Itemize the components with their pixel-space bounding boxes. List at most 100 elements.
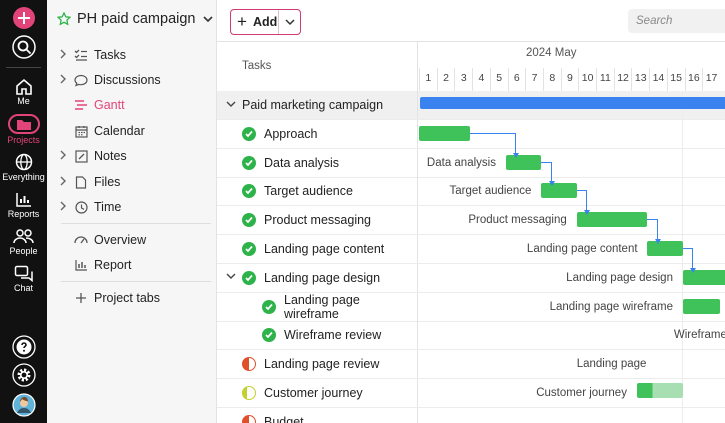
day-label: 11 (596, 68, 614, 91)
gantt-bar[interactable] (682, 269, 725, 285)
nav-item-calendar[interactable]: Calendar (47, 119, 217, 143)
status-done-icon[interactable] (242, 126, 256, 141)
status-todo-icon[interactable] (242, 386, 256, 400)
gantt-bar[interactable] (682, 298, 720, 314)
task-name[interactable]: Wireframe review (284, 328, 381, 342)
add-icon (12, 7, 35, 29)
gantt-bar[interactable] (505, 154, 542, 170)
nav-item-report[interactable]: Report (47, 253, 217, 277)
gantt-bar-label: Wireframe rev (673, 329, 725, 342)
nav-item-gantt[interactable]: Gantt (47, 93, 217, 117)
nav-item-tasks[interactable]: Tasks (47, 43, 217, 67)
gantt-bar-label: Product messaging (468, 214, 567, 227)
day-label: 8 (542, 68, 561, 91)
status-done-icon[interactable] (242, 242, 256, 256)
gantt-bar-group[interactable] (420, 97, 725, 109)
help-button[interactable] (0, 335, 47, 359)
task-name[interactable]: Landing page wireframe (284, 293, 417, 321)
people-icon (12, 229, 34, 244)
status-done-icon[interactable] (262, 299, 276, 314)
speech-bubble-icon (73, 73, 89, 87)
rail-everything-label: Everything (2, 172, 45, 182)
chevron-down-icon (284, 19, 295, 26)
project-panel: PH paid campaign Tasks Discussions Gantt Ca… (47, 0, 217, 423)
status-in-progress-icon[interactable] (242, 357, 256, 372)
gantt-bar-label: Landing page design (566, 271, 673, 284)
rail-people[interactable]: People (0, 228, 47, 256)
project-title-button[interactable]: PH paid campaign (57, 11, 213, 27)
chevron-right-icon[interactable] (59, 150, 73, 163)
status-done-icon[interactable] (242, 213, 256, 228)
rail-everything[interactable]: Everything (0, 153, 47, 182)
gantt-bar-label: Target audience (449, 185, 532, 198)
nav-item-discussions[interactable]: Discussions (47, 68, 217, 92)
task-name[interactable]: Paid marketing campaign (242, 98, 383, 112)
search-rail-button[interactable] (0, 35, 47, 59)
globe-icon (15, 153, 32, 171)
rail-projects[interactable]: Projects (0, 114, 47, 145)
tasks-header-label: Tasks (242, 60, 272, 72)
rail-chat[interactable]: Chat (0, 265, 47, 293)
chevron-down-icon[interactable] (226, 272, 236, 283)
search-input[interactable]: Search (628, 9, 725, 33)
settings-icon (11, 363, 36, 387)
dependency-line (541, 161, 552, 183)
nav-item-time[interactable]: Time (47, 195, 217, 219)
dependency-arrowhead (690, 267, 697, 273)
task-name[interactable]: Landing page review (264, 357, 379, 371)
status-done-icon[interactable] (242, 155, 256, 170)
search-icon (11, 35, 36, 59)
report-icon (73, 258, 89, 272)
settings-button[interactable] (0, 363, 47, 387)
task-cell: Wireframe review (217, 321, 418, 350)
nav-item-notes[interactable]: Notes (47, 144, 217, 168)
task-name[interactable]: Data analysis (264, 156, 339, 170)
day-label: 16 (684, 68, 703, 91)
gantt-bar[interactable] (636, 383, 683, 398)
task-name[interactable]: Customer journey (264, 386, 363, 400)
nav-item-label: Project tabs (94, 291, 161, 305)
status-done-icon[interactable] (262, 328, 276, 343)
nav-item-overview[interactable]: Overview (47, 228, 217, 252)
status-in-progress-icon[interactable] (242, 414, 256, 423)
rail-me[interactable]: Me (0, 78, 47, 106)
gantt-bar[interactable] (541, 183, 577, 199)
task-cell: Customer journey (217, 379, 418, 407)
rail-projects-label: Projects (7, 135, 40, 145)
day-label: 9 (560, 68, 579, 91)
chevron-right-icon[interactable] (59, 74, 73, 87)
add-rail-button[interactable] (0, 6, 47, 30)
task-name[interactable]: Approach (264, 127, 318, 141)
avatar[interactable] (0, 393, 47, 417)
chevron-right-icon[interactable] (59, 176, 73, 189)
project-title: PH paid campaign (77, 11, 196, 27)
add-dropdown-button[interactable] (278, 10, 300, 34)
task-name[interactable]: Product messaging (264, 213, 371, 227)
nav-item-label: Report (94, 258, 132, 272)
status-done-icon[interactable] (242, 270, 256, 285)
chevron-down-icon[interactable] (226, 100, 236, 111)
plus-icon: + (237, 12, 247, 31)
chevron-right-icon[interactable] (59, 201, 73, 214)
rail-chat-label: Chat (13, 283, 33, 293)
task-name[interactable]: Target audience (264, 184, 353, 198)
nav-item-files[interactable]: Files (47, 170, 217, 194)
task-name[interactable]: Landing page content (264, 242, 384, 256)
task-name[interactable]: Budget (264, 415, 304, 423)
status-done-icon[interactable] (242, 184, 256, 199)
gantt-bar[interactable] (419, 125, 471, 141)
rail-people-label: People (9, 246, 38, 256)
rail-reports[interactable]: Reports (0, 191, 47, 219)
nav-item-project-tabs[interactable]: Project tabs (47, 286, 217, 310)
add-button[interactable]: + Add (230, 9, 301, 35)
gantt-bar-label: Landing page content (526, 243, 638, 255)
day-label: 7 (525, 68, 543, 91)
add-button-label: Add (253, 15, 278, 29)
star-icon[interactable] (57, 12, 71, 26)
file-icon (73, 175, 89, 189)
main-area: + Add Search Tasks 2024 May 1 2 3 4 5 6 7 8 9 10 1… (217, 0, 725, 423)
gantt-bar[interactable] (647, 241, 683, 256)
rail-me-label: Me (17, 96, 30, 106)
task-name[interactable]: Landing page design (264, 271, 380, 285)
chevron-right-icon[interactable] (59, 49, 73, 62)
